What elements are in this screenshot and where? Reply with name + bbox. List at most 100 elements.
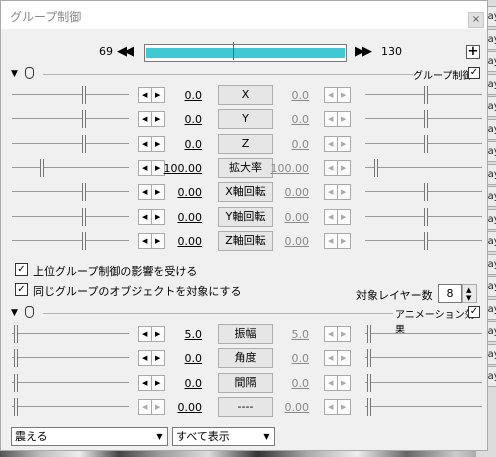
slider-thumb[interactable]	[367, 397, 371, 416]
slider-thumb[interactable]	[82, 183, 86, 202]
slider-thumb[interactable]	[82, 207, 86, 226]
animation-enable-checkbox[interactable]: ✓	[468, 306, 480, 318]
decrement-icon[interactable]: ◀	[142, 354, 147, 362]
y-rotation-left-slider[interactable]	[12, 207, 129, 226]
increment-icon[interactable]: ▶	[341, 164, 346, 172]
x-rotation-right-slider[interactable]	[365, 183, 482, 202]
x-start-value[interactable]: 0.0	[152, 89, 203, 102]
decrement-icon[interactable]: ◀	[328, 237, 333, 245]
increment-icon[interactable]: ▶	[341, 140, 346, 148]
increment-icon[interactable]: ▶	[341, 379, 346, 387]
slider-thumb[interactable]	[14, 325, 18, 343]
slider-thumb[interactable]	[424, 86, 428, 104]
z-left-slider[interactable]	[12, 134, 129, 153]
slider-thumb[interactable]	[424, 134, 428, 153]
decrement-icon[interactable]: ◀	[142, 330, 147, 338]
slider-thumb[interactable]	[14, 349, 18, 368]
interval-left-slider[interactable]	[12, 373, 129, 392]
unused-right-stepper[interactable]: ◀ ▶	[324, 398, 351, 415]
y-end-value[interactable]: 0.0	[259, 113, 310, 126]
slider-thumb[interactable]	[82, 134, 86, 153]
slider-thumb[interactable]	[14, 397, 18, 416]
display-mode-select[interactable]: すべて表示 ▼	[172, 427, 275, 446]
x-left-slider[interactable]	[12, 86, 129, 104]
unused-left-slider[interactable]	[12, 397, 129, 416]
slider-thumb[interactable]	[367, 373, 371, 392]
increment-icon[interactable]: ▶	[341, 403, 346, 411]
slider-thumb[interactable]	[40, 158, 44, 177]
decrement-icon[interactable]: ◀	[328, 188, 333, 196]
angle-right-stepper[interactable]: ◀ ▶	[324, 350, 351, 367]
zoom-right-slider[interactable]	[365, 158, 482, 177]
decrement-icon[interactable]: ◀	[328, 140, 333, 148]
angle-start-value[interactable]: 0.0	[152, 352, 203, 365]
unused-right-slider[interactable]	[365, 397, 482, 416]
decrement-icon[interactable]: ◀	[328, 379, 333, 387]
decrement-icon[interactable]: ◀	[142, 188, 147, 196]
z-rotation-right-stepper[interactable]: ◀ ▶	[324, 232, 351, 249]
decrement-icon[interactable]: ◀	[328, 115, 333, 123]
slider-thumb[interactable]	[374, 158, 378, 177]
decrement-icon[interactable]: ◀	[328, 91, 333, 99]
next-frame-icon[interactable]: ▶▶	[355, 44, 372, 59]
decrement-icon[interactable]: ◀	[328, 354, 333, 362]
y-left-slider[interactable]	[12, 110, 129, 129]
decrement-icon[interactable]: ◀	[328, 403, 333, 411]
zoom-right-stepper[interactable]: ◀ ▶	[324, 159, 351, 176]
decrement-icon[interactable]: ◀	[142, 213, 147, 221]
close-button[interactable]: ×	[468, 12, 484, 28]
slider-thumb[interactable]	[424, 231, 428, 250]
increment-icon[interactable]: ▶	[341, 237, 346, 245]
group-enable-checkbox[interactable]: ✓	[468, 67, 480, 79]
z-rotation-right-slider[interactable]	[365, 231, 482, 250]
x-rotation-end-value[interactable]: 0.00	[259, 186, 310, 199]
decrement-icon[interactable]: ◀	[142, 379, 147, 387]
unused-end-value[interactable]: 0.00	[259, 401, 310, 414]
slider-thumb[interactable]	[367, 349, 371, 368]
y-rotation-end-value[interactable]: 0.00	[259, 211, 310, 224]
previous-frame-icon[interactable]: ◀◀	[117, 44, 134, 59]
y-right-stepper[interactable]: ◀ ▶	[324, 111, 351, 128]
y-rotation-right-stepper[interactable]: ◀ ▶	[324, 208, 351, 225]
z-rotation-end-value[interactable]: 0.00	[259, 235, 310, 248]
increment-icon[interactable]: ▶	[341, 213, 346, 221]
x-rotation-start-value[interactable]: 0.00	[152, 186, 203, 199]
title-bar[interactable]: グループ制御 ×	[1, 1, 487, 29]
amplitude-end-value[interactable]: 5.0	[259, 328, 310, 341]
x-right-slider[interactable]	[365, 86, 482, 104]
decrement-icon[interactable]: ◀	[328, 213, 333, 221]
collapse-triangle-icon[interactable]: ▼	[11, 308, 18, 318]
x-rotation-right-stepper[interactable]: ◀ ▶	[324, 184, 351, 201]
z-right-slider[interactable]	[365, 134, 482, 153]
layer-count-stepper[interactable]: ▲ ▼	[462, 284, 477, 303]
inherit-upper-checkbox[interactable]: ✓	[15, 263, 28, 276]
chevron-down-icon[interactable]: ▼	[152, 428, 167, 445]
timeline-cursor[interactable]	[233, 42, 234, 60]
layer-count-input[interactable]: 8	[438, 284, 462, 303]
slider-thumb[interactable]	[424, 207, 428, 226]
angle-right-slider[interactable]	[365, 349, 482, 368]
y-rotation-start-value[interactable]: 0.00	[152, 211, 203, 224]
zoom-end-value[interactable]: 100.00	[259, 162, 310, 175]
z-rotation-start-value[interactable]: 0.00	[152, 235, 203, 248]
unused-start-value[interactable]: 0.00	[152, 401, 203, 414]
chevron-down-icon[interactable]: ▼	[259, 428, 274, 445]
increment-icon[interactable]: ▶	[341, 330, 346, 338]
y-rotation-right-slider[interactable]	[365, 207, 482, 226]
interval-right-slider[interactable]	[365, 373, 482, 392]
effect-type-select[interactable]: 震える ▼	[11, 427, 168, 446]
x-right-stepper[interactable]: ◀ ▶	[324, 87, 351, 103]
angle-end-value[interactable]: 0.0	[259, 352, 310, 365]
decrement-icon[interactable]: ◀	[142, 164, 147, 172]
increment-icon[interactable]: ▶	[341, 354, 346, 362]
y-right-slider[interactable]	[365, 110, 482, 129]
zoom-left-slider[interactable]	[12, 158, 129, 177]
slider-thumb[interactable]	[14, 373, 18, 392]
increment-icon[interactable]: ▶	[341, 115, 346, 123]
amplitude-start-value[interactable]: 5.0	[152, 328, 203, 341]
slider-thumb[interactable]	[82, 231, 86, 250]
slider-thumb[interactable]	[367, 325, 371, 343]
slider-thumb[interactable]	[424, 183, 428, 202]
y-start-value[interactable]: 0.0	[152, 113, 203, 126]
stepper-up-icon[interactable]: ▲	[466, 286, 471, 294]
